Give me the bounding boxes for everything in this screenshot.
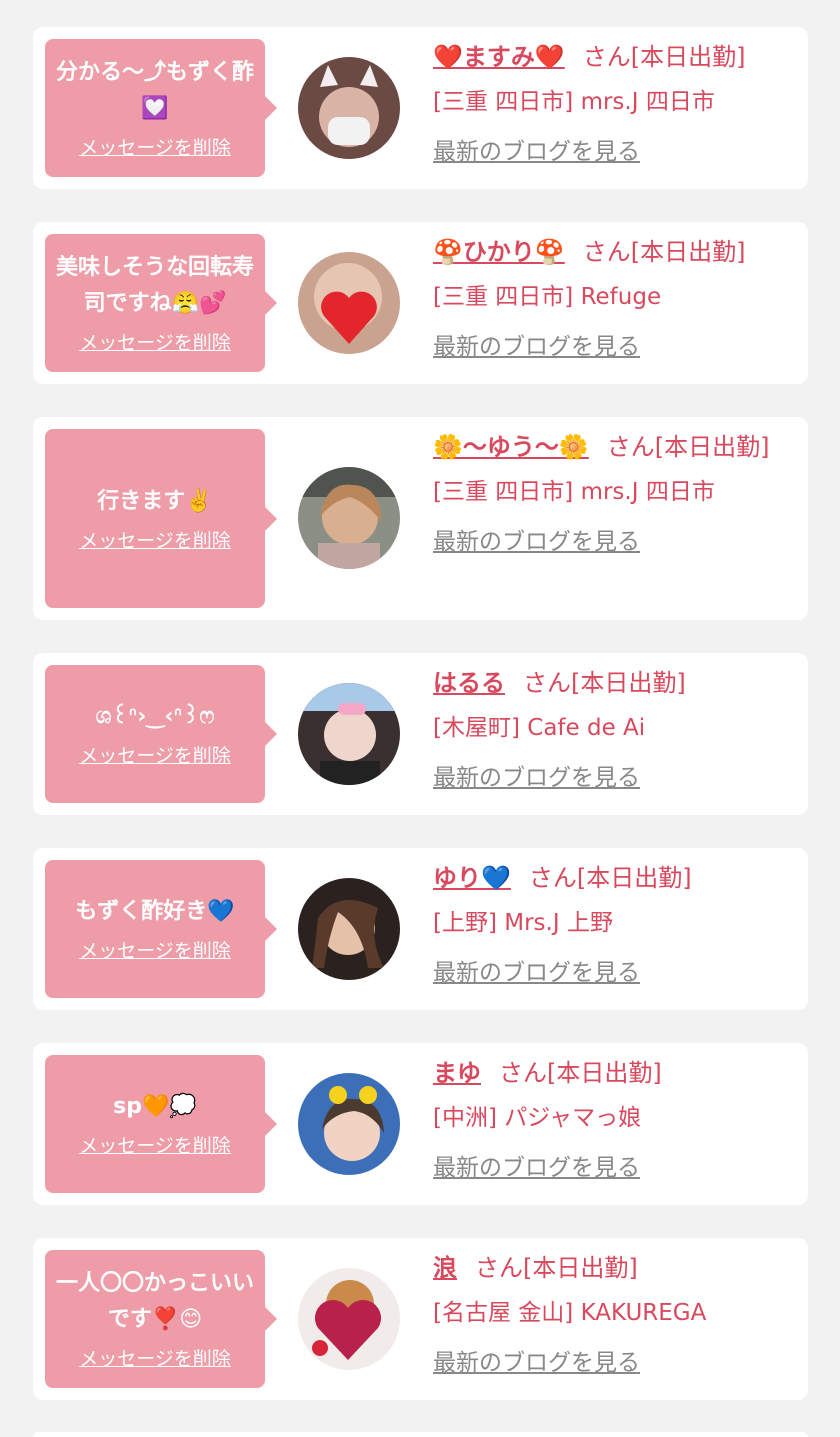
cast-name-link[interactable]: 🍄ひかり🍄 [433,238,565,266]
status-text: さん[本日出勤] [606,433,770,461]
delete-message-link[interactable]: メッセージを削除 [79,1346,231,1372]
cast-info: 🍄ひかり🍄 さん[本日出勤] [三重 四日市] Refuge 最新のブログを見る [433,234,793,362]
message-bubble: ශ꒰ᐢ›‿‹ᐢ꒱ෆ メッセージを削除 [45,665,277,803]
avatar[interactable] [298,252,400,354]
avatar-photo-glitter-heart-icon [298,1268,400,1370]
shop-text: [三重 四日市] Refuge [433,284,662,310]
shop-text: [三重 四日市] mrs.J 四日市 [433,479,715,505]
message-card: もずく酢好き💙 メッセージを削除 ゆり💙 さん[本日出勤] [上野] Mrs.J … [33,848,808,1010]
cast-info: はるる さん[本日出勤] [木屋町] Cafe de Ai 最新のブログを見る [433,665,793,793]
message-text: 行きます✌️ [97,488,213,514]
delete-message-link[interactable]: メッセージを削除 [79,330,231,356]
message-card: 分かる〜⤴︎もずく酢💟 メッセージを削除 ❤️ますみ❤️ さん[本日出勤] [三重… [33,27,808,189]
message-text: 分かる〜⤴︎もずく酢💟 [55,60,254,121]
message-text: もずく酢好き💙 [75,899,235,924]
avatar[interactable] [298,1073,400,1175]
avatar[interactable] [298,57,400,159]
name-line: ❤️ますみ❤️ さん[本日出勤] [433,39,793,75]
shop-text: [上野] Mrs.J 上野 [433,910,613,936]
delete-message-link[interactable]: メッセージを削除 [79,528,231,554]
message-text: 美味しそうな回転寿司ですね😤💕 [55,255,254,316]
message-text: 一人〇〇かっこいいです❣️😊 [55,1271,254,1332]
latest-blog-link[interactable]: 最新のブログを見る [433,958,640,988]
name-line: 浪さん[本日出勤] [433,1250,793,1286]
cast-name-link[interactable]: ゆり💙 [433,864,511,892]
latest-blog-link[interactable]: 最新のブログを見る [433,1348,640,1378]
shop-text: [三重 四日市] mrs.J 四日市 [433,89,715,115]
status-text: さん[本日出勤] [582,43,746,71]
avatar-photo-selfie-icon [298,878,400,980]
avatar-photo-cat-ears-icon [298,57,400,159]
message-bubble: 行きます✌️ メッセージを削除 [45,429,277,608]
cast-name-link[interactable]: はるる [433,669,505,697]
delete-message-link[interactable]: メッセージを削除 [79,938,231,964]
name-line: 🌼〜ゆう〜🌼 さん[本日出勤] [433,429,793,465]
latest-blog-link[interactable]: 最新のブログを見る [433,1153,640,1183]
cast-name-link[interactable]: 浪 [433,1254,457,1282]
avatar-photo-maid-icon [298,683,400,785]
message-card: ශ꒰ᐢ›‿‹ᐢ꒱ෆ メッセージを削除 はるる さん[本日出勤] [木屋町] Caf… [33,653,808,815]
cast-info: 浪さん[本日出勤] [名古屋 金山] KAKUREGA 最新のブログを見る [433,1250,793,1378]
shop-text: [名古屋 金山] KAKUREGA [433,1300,707,1326]
status-text: さん[本日出勤] [475,1254,638,1282]
message-text: ශ꒰ᐢ›‿‹ᐢ꒱ෆ [95,704,215,729]
message-card: sp🧡💭 メッセージを削除 まゆ さん[本日出勤] [中洲] パジャマっ娘 最新の… [33,1043,808,1205]
status-text: さん[本日出勤] [499,1059,662,1087]
delete-message-link[interactable]: メッセージを削除 [79,135,231,161]
message-card: 美味しそうな回転寿司ですね😤💕 メッセージを削除 🍄ひかり🍄 さん[本日出勤] [… [33,222,808,384]
message-card: 一人〇〇かっこいいです❣️😊 メッセージを削除 浪さん[本日出勤] [名古屋 金… [33,1238,808,1400]
latest-blog-link[interactable]: 最新のブログを見る [433,527,640,557]
message-bubble: 分かる〜⤴︎もずく酢💟 メッセージを削除 [45,39,277,177]
name-line: はるる さん[本日出勤] [433,665,793,701]
message-card-partial [33,1432,808,1437]
latest-blog-link[interactable]: 最新のブログを見る [433,137,640,167]
shop-text: [中洲] パジャマっ娘 [433,1105,642,1131]
shop-text: [木屋町] Cafe de Ai [433,715,646,741]
status-text: さん[本日出勤] [523,669,686,697]
message-card: 行きます✌️ メッセージを削除 🌼〜ゆう〜🌼 さん[本日出勤] [三重 四日市] … [33,417,808,620]
delete-message-link[interactable]: メッセージを削除 [79,1133,231,1159]
message-bubble: sp🧡💭 メッセージを削除 [45,1055,277,1193]
avatar[interactable] [298,467,400,569]
avatar[interactable] [298,1268,400,1370]
avatar[interactable] [298,683,400,785]
avatar-photo-ducks-icon [298,1073,400,1175]
delete-message-link[interactable]: メッセージを削除 [79,743,231,769]
message-list: 分かる〜⤴︎もずく酢💟 メッセージを削除 ❤️ますみ❤️ さん[本日出勤] [三重… [0,0,840,1437]
latest-blog-link[interactable]: 最新のブログを見る [433,763,640,793]
cast-name-link[interactable]: まゆ [433,1059,481,1087]
avatar-photo-car-icon [298,467,400,569]
latest-blog-link[interactable]: 最新のブログを見る [433,332,640,362]
name-line: 🍄ひかり🍄 さん[本日出勤] [433,234,793,270]
cast-name-link[interactable]: ❤️ますみ❤️ [433,43,565,71]
message-text: sp🧡💭 [113,1094,197,1119]
cast-info: ❤️ますみ❤️ さん[本日出勤] [三重 四日市] mrs.J 四日市 最新のブロ… [433,39,793,167]
status-text: さん[本日出勤] [582,238,746,266]
status-text: さん[本日出勤] [528,864,692,892]
avatar-photo-heart-face-icon [298,252,400,354]
cast-info: まゆ さん[本日出勤] [中洲] パジャマっ娘 最新のブログを見る [433,1055,793,1183]
message-bubble: もずく酢好き💙 メッセージを削除 [45,860,277,998]
cast-name-link[interactable]: 🌼〜ゆう〜🌼 [433,433,589,461]
cast-info: ゆり💙 さん[本日出勤] [上野] Mrs.J 上野 最新のブログを見る [433,860,793,988]
name-line: まゆ さん[本日出勤] [433,1055,793,1091]
message-bubble: 美味しそうな回転寿司ですね😤💕 メッセージを削除 [45,234,277,372]
cast-info: 🌼〜ゆう〜🌼 さん[本日出勤] [三重 四日市] mrs.J 四日市 最新のブログ… [433,429,793,557]
name-line: ゆり💙 さん[本日出勤] [433,860,793,896]
avatar[interactable] [298,878,400,980]
message-bubble: 一人〇〇かっこいいです❣️😊 メッセージを削除 [45,1250,277,1388]
